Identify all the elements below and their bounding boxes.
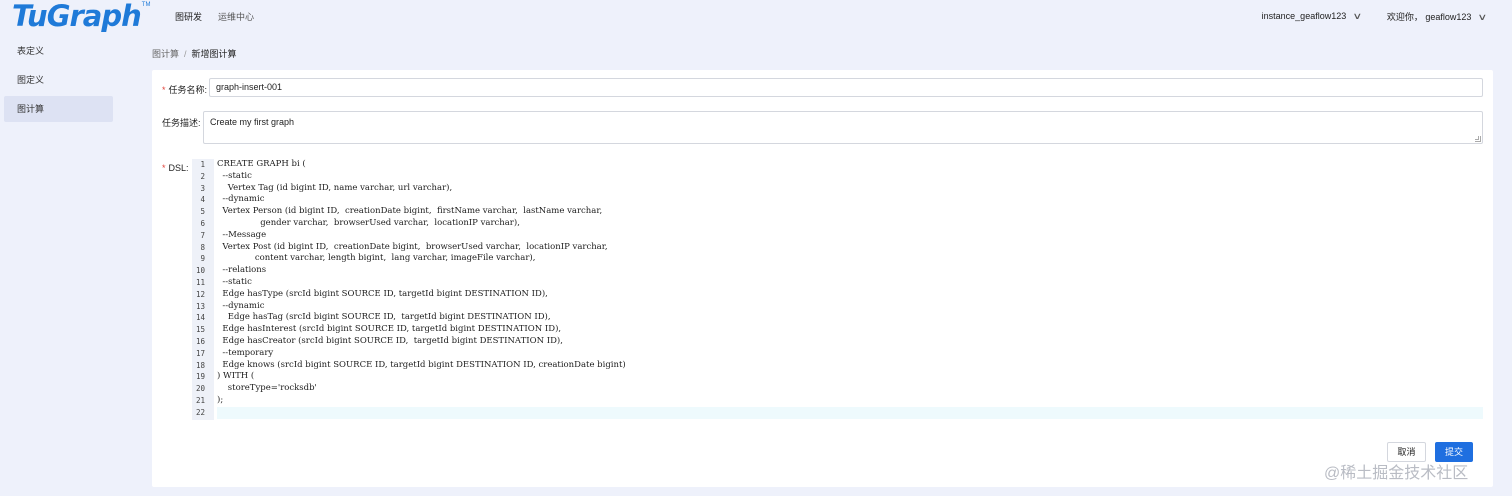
dsl-label: * DSL: <box>162 163 189 173</box>
line-number: 13 <box>195 301 205 311</box>
code-line[interactable]: Edge hasCreator (srcId bigint SOURCE ID,… <box>217 336 1483 348</box>
task-name-label: * 任务名称: <box>162 83 207 96</box>
header-right: instance_geaflow123 ∨ 欢迎你， geaflow123 ∨ <box>1261 10 1488 23</box>
breadcrumb-separator: / <box>184 49 187 59</box>
line-number: 11 <box>195 277 205 287</box>
breadcrumb: 图计算 / 新增图计算 <box>152 47 237 60</box>
required-mark: * <box>162 163 166 173</box>
top-nav: 图研发 运维中心 <box>175 10 254 23</box>
dsl-code-editor[interactable]: 1 2 3 4 5 6 7 8 9 10 11 12 13 14 15 16 17 18 19 20 21 22 CREA… <box>192 159 1483 420</box>
code-line[interactable] <box>217 406 1483 419</box>
code-line[interactable]: --static <box>217 171 1483 183</box>
code-content[interactable]: CREATE GRAPH bi ( --static Vertex Tag (i… <box>217 159 1483 419</box>
chevron-down-icon: ∨ <box>1477 12 1488 22</box>
code-line[interactable]: Vertex Tag (id bigint ID, name varchar, … <box>217 183 1483 195</box>
code-line[interactable]: --dynamic <box>217 194 1483 206</box>
required-mark: * <box>162 85 166 95</box>
chevron-down-icon: ∨ <box>1352 11 1363 21</box>
line-number: 12 <box>195 289 205 299</box>
code-line[interactable]: CREATE GRAPH bi ( <box>217 159 1483 171</box>
line-number: 8 <box>200 242 205 252</box>
code-line[interactable]: Edge knows (srcId bigint SOURCE ID, targ… <box>217 360 1483 372</box>
line-number: 20 <box>195 384 205 394</box>
code-line[interactable]: Vertex Person (id bigint ID, creationDat… <box>217 206 1483 218</box>
line-number: 14 <box>195 313 205 323</box>
sidebar-item-table-definition[interactable]: 表定义 <box>4 38 113 64</box>
user-menu[interactable]: 欢迎你， geaflow123 ∨ <box>1386 10 1488 23</box>
line-number: 4 <box>200 195 205 205</box>
line-number: 16 <box>195 336 205 346</box>
task-name-label-text: 任务名称: <box>168 85 208 95</box>
line-number: 15 <box>195 325 205 335</box>
sidebar-item-graph-compute[interactable]: 图计算 <box>4 96 113 122</box>
code-line[interactable]: --temporary <box>217 348 1483 360</box>
line-number: 1 <box>200 160 205 169</box>
code-line[interactable]: storeType='rocksdb' <box>217 383 1483 395</box>
line-number: 6 <box>200 218 205 228</box>
code-line[interactable]: Edge hasTag (srcId bigint SOURCE ID, tar… <box>217 312 1483 324</box>
code-line[interactable]: content varchar, length bigint, lang var… <box>217 253 1483 265</box>
sidebar-item-graph-definition[interactable]: 图定义 <box>4 67 113 93</box>
resize-handle-icon[interactable] <box>1475 136 1481 142</box>
code-line[interactable]: ) WITH ( <box>217 371 1483 383</box>
logo-text: TuGraph <box>12 0 142 33</box>
nav-item-ops-center[interactable]: 运维中心 <box>218 10 254 23</box>
code-line[interactable]: --relations <box>217 265 1483 277</box>
watermark: @稀土掘金技术社区 <box>1324 465 1469 482</box>
tugraph-logo[interactable]: TuGraph TM <box>12 0 150 32</box>
logo-trademark: TM <box>141 2 151 8</box>
code-line[interactable]: --static <box>217 277 1483 289</box>
code-line[interactable]: Vertex Post (id bigint ID, creationDate … <box>217 242 1483 254</box>
instance-selector[interactable]: instance_geaflow123 ∨ <box>1261 11 1363 22</box>
line-number: 17 <box>195 348 205 358</box>
code-line[interactable]: --Message <box>217 230 1483 242</box>
welcome-text: 欢迎你， <box>1386 12 1423 22</box>
line-number: 10 <box>195 266 205 276</box>
code-line[interactable]: ); <box>217 395 1483 407</box>
line-number: 19 <box>195 372 205 382</box>
code-line[interactable]: Edge hasType (srcId bigint SOURCE ID, ta… <box>217 289 1483 301</box>
line-number: 5 <box>200 207 205 217</box>
top-header: TuGraph TM 图研发 运维中心 instance_geaflow123 ∨… <box>0 0 1512 32</box>
task-desc-value: Create my first graph <box>210 117 295 127</box>
breadcrumb-current: 新增图计算 <box>191 49 237 59</box>
line-number: 22 <box>195 407 205 417</box>
line-number: 3 <box>200 183 205 193</box>
code-line[interactable]: Edge hasInterest (srcId bigint SOURCE ID… <box>217 324 1483 336</box>
nav-item-graph-dev[interactable]: 图研发 <box>175 10 202 23</box>
line-number: 21 <box>195 395 205 405</box>
task-desc-label: 任务描述: <box>162 118 201 128</box>
sidebar: 表定义 图定义 图计算 <box>0 38 118 125</box>
instance-name: instance_geaflow123 <box>1261 11 1347 21</box>
code-line[interactable]: gender varchar, browserUsed varchar, loc… <box>217 218 1483 230</box>
code-line[interactable]: --dynamic <box>217 301 1483 313</box>
line-number: 9 <box>200 254 205 264</box>
task-desc-textarea[interactable]: Create my first graph <box>203 111 1483 144</box>
dsl-label-text: DSL: <box>168 163 189 173</box>
line-number-gutter: 1 2 3 4 5 6 7 8 9 10 11 12 13 14 15 16 17 18 19 20 21 22 <box>192 159 214 420</box>
breadcrumb-parent[interactable]: 图计算 <box>152 49 179 59</box>
line-number: 7 <box>200 230 205 240</box>
user-name: geaflow123 <box>1425 12 1472 22</box>
task-name-input[interactable]: graph-insert-001 <box>209 78 1483 97</box>
line-number: 2 <box>200 171 205 181</box>
line-number: 18 <box>195 360 205 370</box>
